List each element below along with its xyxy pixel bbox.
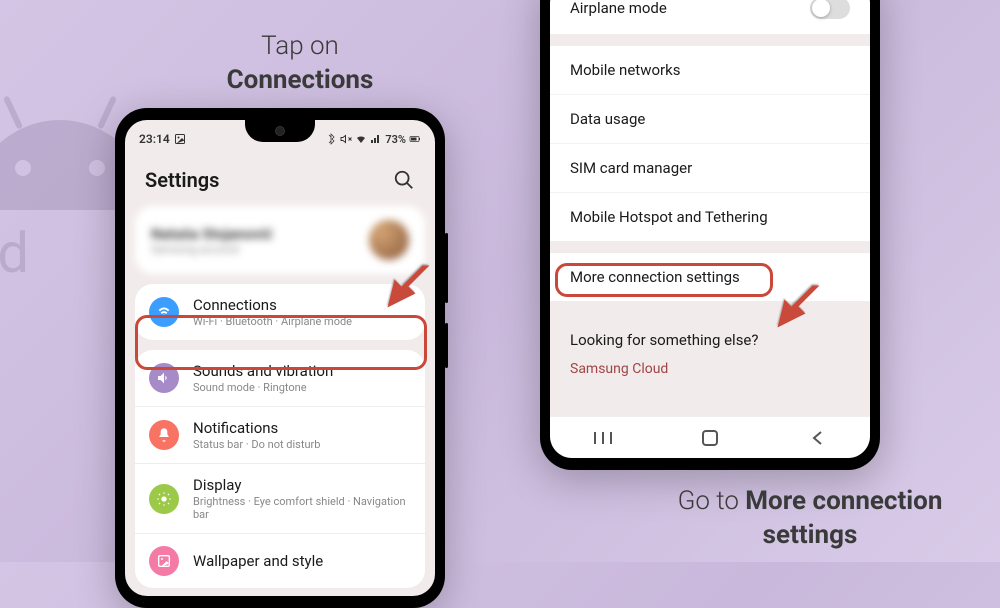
wallpaper-icon <box>149 546 179 576</box>
caption-left-line1: Tap on <box>261 31 339 61</box>
mute-icon <box>340 133 352 145</box>
nav-recents[interactable] <box>591 426 615 450</box>
item-sub: Sound mode · Ringtone <box>193 381 411 394</box>
nav-bar <box>550 416 870 458</box>
row-mobile-networks[interactable]: Mobile networks <box>550 46 870 94</box>
arrow-pointer-left <box>370 255 440 325</box>
sun-icon <box>149 484 179 514</box>
row-label: More connection settings <box>570 268 740 286</box>
item-sub: Status bar · Do not disturb <box>193 438 411 451</box>
nav-back[interactable] <box>805 426 829 450</box>
airplane-toggle[interactable] <box>810 0 850 19</box>
item-sub: Brightness · Eye comfort shield · Naviga… <box>193 495 411 521</box>
row-label: SIM card manager <box>570 159 692 177</box>
battery-icon <box>409 133 421 145</box>
row-data-usage[interactable]: Data usage <box>550 94 870 143</box>
account-sub: Samsung account <box>151 243 369 256</box>
row-label: Mobile Hotspot and Tethering <box>570 208 768 226</box>
settings-item-wallpaper[interactable]: Wallpaper and style <box>135 533 425 588</box>
avatar <box>369 220 409 260</box>
page-title: Settings <box>145 168 219 192</box>
settings-header: Settings <box>125 150 435 206</box>
row-airplane-mode[interactable]: Airplane mode <box>550 0 870 34</box>
item-title: Notifications <box>193 419 411 437</box>
wifi-icon <box>149 297 179 327</box>
sound-icon <box>149 363 179 393</box>
settings-group-main: Sounds and vibration Sound mode · Ringto… <box>135 350 425 588</box>
settings-item-notifications[interactable]: Notifications Status bar · Do not distur… <box>135 406 425 463</box>
bluetooth-icon <box>325 133 337 145</box>
screen-left: 23:14 73% Settings Nataša Stojanović Sam… <box>125 120 435 596</box>
account-name: Nataša Stojanović <box>151 225 369 243</box>
row-label: Mobile networks <box>570 61 680 79</box>
wifi-icon <box>355 133 367 145</box>
item-title: Wallpaper and style <box>193 552 411 570</box>
bell-icon <box>149 420 179 450</box>
nav-home[interactable] <box>698 426 722 450</box>
phone-frame-right: Airplane mode Mobile networks Data usage… <box>540 0 880 470</box>
row-hotspot[interactable]: Mobile Hotspot and Tethering <box>550 192 870 241</box>
caption-right: Go to More connection settings <box>670 485 950 553</box>
image-icon <box>174 133 186 145</box>
notch <box>245 120 315 142</box>
screen-right: Airplane mode Mobile networks Data usage… <box>550 0 870 458</box>
item-title: Sounds and vibration <box>193 362 411 380</box>
row-sim-manager[interactable]: SIM card manager <box>550 143 870 192</box>
search-icon <box>393 169 415 191</box>
row-label: Data usage <box>570 110 645 128</box>
link-samsung-cloud[interactable]: Samsung Cloud <box>550 355 870 383</box>
signal-icon <box>370 133 382 145</box>
settings-item-display[interactable]: Display Brightness · Eye comfort shield … <box>135 463 425 533</box>
status-battery: 73% <box>385 133 406 146</box>
arrow-pointer-right <box>760 275 830 345</box>
item-title: Display <box>193 476 411 494</box>
search-button[interactable] <box>393 169 415 191</box>
caption-right-line2: More connection settings <box>745 486 942 550</box>
caption-left: Tap on Connections <box>190 30 410 98</box>
caption-left-line2: Connections <box>227 65 374 95</box>
settings-item-sounds[interactable]: Sounds and vibration Sound mode · Ringto… <box>135 350 425 406</box>
caption-right-line1: Go to <box>678 486 746 516</box>
status-time: 23:14 <box>139 132 170 146</box>
row-label: Airplane mode <box>570 0 667 17</box>
phone-frame-left: 23:14 73% Settings Nataša Stojanović Sam… <box>115 108 445 608</box>
